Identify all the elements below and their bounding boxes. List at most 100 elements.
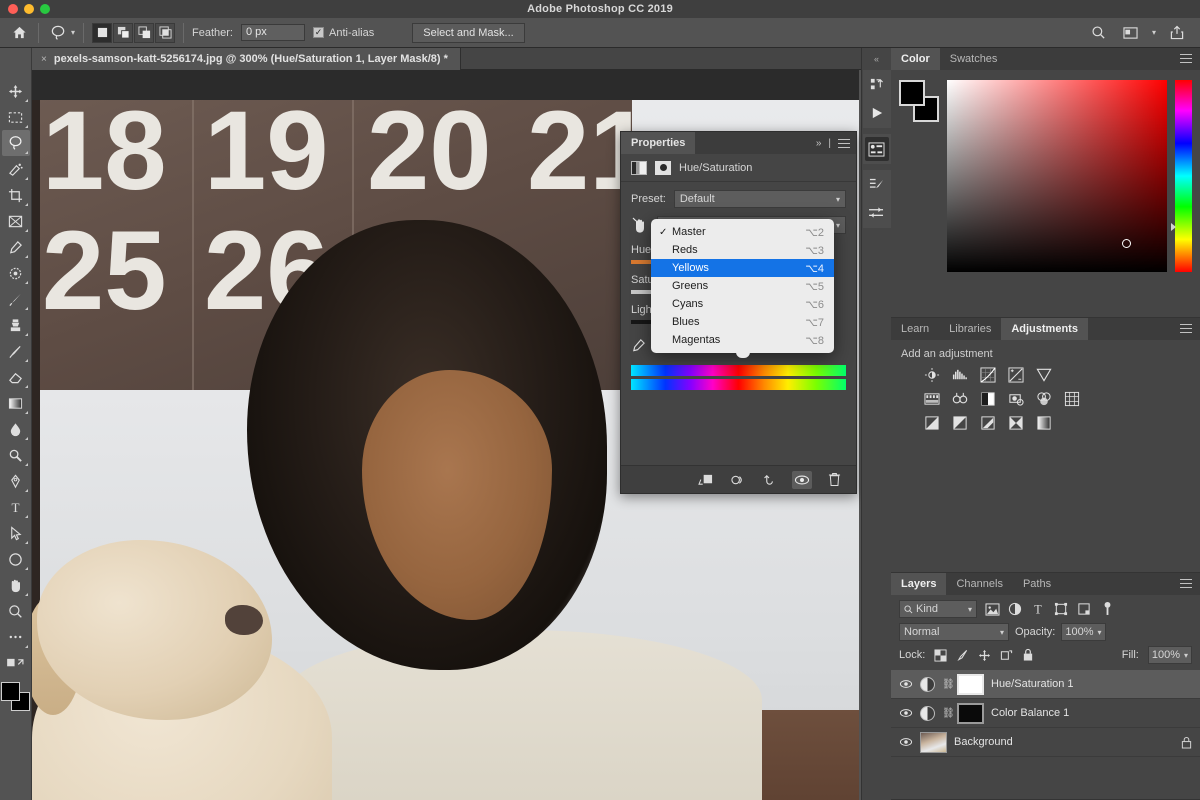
lock-artboard-icon[interactable] bbox=[1000, 649, 1013, 662]
panel-menu-icon[interactable] bbox=[1180, 54, 1192, 63]
fill-input[interactable]: 100% ▾ bbox=[1147, 646, 1192, 664]
history-brush-tool[interactable] bbox=[2, 338, 30, 364]
play-icon[interactable] bbox=[865, 101, 889, 125]
hue-strip[interactable] bbox=[1171, 80, 1192, 272]
dodge-tool[interactable] bbox=[2, 442, 30, 468]
chevron-down-icon[interactable]: ▾ bbox=[1152, 28, 1156, 37]
targeted-adjustment-icon[interactable] bbox=[631, 216, 649, 234]
lock-position-icon[interactable] bbox=[978, 649, 991, 662]
crop-tool[interactable] bbox=[2, 182, 30, 208]
quick-mask-icon[interactable] bbox=[2, 650, 30, 676]
black-white-icon[interactable] bbox=[979, 390, 997, 408]
toggle-visibility-icon[interactable] bbox=[792, 470, 812, 489]
color-swatches[interactable] bbox=[0, 682, 31, 712]
foreground-color-swatch[interactable] bbox=[0, 682, 20, 701]
gradient-map-icon[interactable] bbox=[1007, 414, 1025, 432]
panel-menu-icon[interactable] bbox=[1180, 324, 1192, 333]
layer-visibility-icon[interactable] bbox=[899, 677, 913, 691]
selective-color-icon[interactable] bbox=[1035, 414, 1053, 432]
tab-learn[interactable]: Learn bbox=[891, 318, 939, 340]
clone-stamp-tool[interactable] bbox=[2, 312, 30, 338]
hue-spectrum-bar-bottom[interactable] bbox=[631, 379, 846, 390]
subtract-from-selection-button[interactable] bbox=[134, 22, 155, 43]
channel-mixer-icon[interactable] bbox=[1035, 390, 1053, 408]
hue-strip-marker[interactable] bbox=[1171, 223, 1176, 231]
select-and-mask-button[interactable]: Select and Mask... bbox=[412, 22, 525, 43]
new-selection-button[interactable] bbox=[92, 22, 113, 43]
reset-icon[interactable] bbox=[760, 471, 780, 489]
layer-mask-thumbnail[interactable] bbox=[957, 673, 984, 695]
lock-all-icon[interactable] bbox=[1022, 648, 1034, 662]
threshold-icon[interactable] bbox=[979, 414, 997, 432]
eyedropper-tool[interactable] bbox=[2, 234, 30, 260]
anti-alias-checkbox[interactable]: ✓ bbox=[312, 27, 324, 38]
color-field[interactable] bbox=[947, 80, 1167, 272]
filter-toggle-icon[interactable] bbox=[1099, 601, 1115, 617]
blend-mode-select[interactable]: Normal ▾ bbox=[899, 623, 1009, 641]
add-to-selection-button[interactable] bbox=[113, 22, 134, 43]
menu-item-cyans[interactable]: Cyans ⌥6 bbox=[651, 295, 834, 313]
panel-menu-icon[interactable] bbox=[838, 138, 850, 148]
layer-visibility-icon[interactable] bbox=[899, 706, 913, 720]
photo-filter-icon[interactable] bbox=[1007, 390, 1025, 408]
tool-preset-picker[interactable]: ▾ bbox=[47, 22, 75, 44]
rectangular-marquee-tool[interactable] bbox=[2, 104, 30, 130]
color-balance-icon[interactable] bbox=[951, 390, 969, 408]
tab-channels[interactable]: Channels bbox=[946, 573, 1012, 595]
workspace-icon[interactable] bbox=[1120, 22, 1142, 44]
layer-mask-thumbnail[interactable] bbox=[957, 702, 984, 724]
layer-visibility-icon[interactable] bbox=[899, 735, 913, 749]
opacity-input[interactable]: 100% ▾ bbox=[1061, 623, 1106, 641]
brush-settings-icon[interactable] bbox=[865, 173, 889, 197]
layer-filter-kind-select[interactable]: Kind ▾ bbox=[899, 600, 977, 618]
zoom-tool[interactable] bbox=[2, 598, 30, 624]
intersect-with-selection-button[interactable] bbox=[155, 22, 176, 43]
history-icon[interactable] bbox=[865, 73, 889, 97]
menu-item-reds[interactable]: Reds ⌥3 bbox=[651, 241, 834, 259]
view-previous-state-icon[interactable] bbox=[728, 471, 748, 489]
table-row[interactable]: ⛓ Hue/Saturation 1 bbox=[891, 670, 1200, 699]
frame-tool[interactable] bbox=[2, 208, 30, 234]
menu-item-yellows[interactable]: Yellows ⌥4 bbox=[651, 259, 834, 277]
close-tab-icon[interactable]: × bbox=[41, 54, 47, 65]
invert-icon[interactable] bbox=[923, 414, 941, 432]
type-tool[interactable]: T bbox=[2, 494, 30, 520]
move-tool[interactable] bbox=[2, 78, 30, 104]
table-row[interactable]: ⛓ Color Balance 1 bbox=[891, 699, 1200, 728]
blur-tool[interactable] bbox=[2, 416, 30, 442]
exposure-icon[interactable] bbox=[1007, 366, 1025, 384]
brush-tool[interactable] bbox=[2, 286, 30, 312]
panel-menu-icon[interactable] bbox=[1180, 579, 1192, 588]
search-icon[interactable] bbox=[1088, 22, 1110, 44]
color-lookup-icon[interactable] bbox=[1063, 390, 1081, 408]
clip-to-layer-icon[interactable] bbox=[696, 471, 716, 489]
filter-smart-object-icon[interactable] bbox=[1076, 601, 1092, 617]
tab-paths[interactable]: Paths bbox=[1013, 573, 1061, 595]
filter-shape-icon[interactable] bbox=[1053, 601, 1069, 617]
vibrance-icon[interactable] bbox=[1035, 366, 1053, 384]
gradient-tool[interactable] bbox=[2, 390, 30, 416]
menu-item-magentas[interactable]: Magentas ⌥8 bbox=[651, 331, 834, 349]
home-icon[interactable] bbox=[8, 22, 30, 44]
collapse-dock-icon[interactable]: « bbox=[874, 54, 879, 64]
layer-adjustment-thumbnail[interactable] bbox=[920, 676, 935, 692]
preset-select[interactable]: Default ▾ bbox=[673, 190, 846, 208]
posterize-icon[interactable] bbox=[951, 414, 969, 432]
tab-swatches[interactable]: Swatches bbox=[940, 48, 1008, 70]
color-field-cursor[interactable] bbox=[1122, 239, 1131, 248]
curves-icon[interactable] bbox=[979, 366, 997, 384]
table-row[interactable]: Background bbox=[891, 728, 1200, 757]
eyedropper-icon[interactable] bbox=[631, 338, 646, 353]
ellipse-tool[interactable] bbox=[2, 546, 30, 572]
collapse-panel-icon[interactable]: » bbox=[816, 138, 822, 149]
brightness-contrast-icon[interactable] bbox=[923, 366, 941, 384]
menu-item-master[interactable]: ✓ Master ⌥2 bbox=[651, 223, 834, 241]
filter-adjustment-icon[interactable] bbox=[1007, 601, 1023, 617]
edit-toolbar-tool[interactable] bbox=[2, 624, 30, 650]
adjust-sliders-icon[interactable] bbox=[865, 201, 889, 225]
filter-pixel-icon[interactable] bbox=[984, 601, 1000, 617]
quick-selection-tool[interactable] bbox=[2, 156, 30, 182]
document-tab[interactable]: × pexels-samson-katt-5256174.jpg @ 300% … bbox=[32, 48, 461, 70]
menu-item-blues[interactable]: Blues ⌥7 bbox=[651, 313, 834, 331]
tab-adjustments[interactable]: Adjustments bbox=[1001, 318, 1088, 340]
